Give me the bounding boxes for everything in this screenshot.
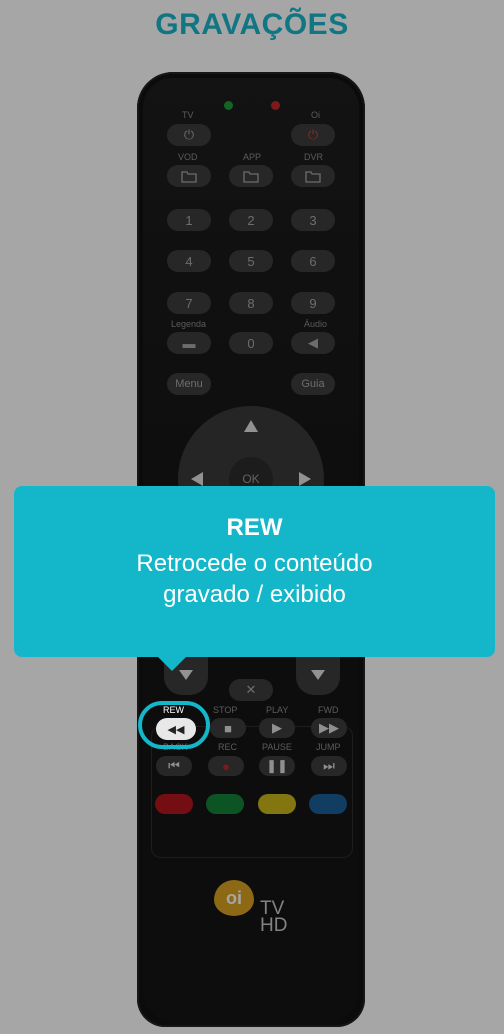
subtitle-icon: ▬ [182,335,196,351]
label-vod: VOD [178,152,198,162]
tv-power-button[interactable]: ⏻ [167,124,211,146]
led-red [271,101,280,110]
key-1[interactable]: 1 [167,209,211,231]
skip-forward-icon: ⏭ [323,758,335,773]
red-button[interactable] [155,794,193,814]
label-tv: TV [182,110,194,120]
label-rec: REC [218,742,238,752]
right-arrow-icon[interactable] [299,472,311,486]
key-8[interactable]: 8 [229,292,273,314]
audio-button[interactable]: ◀ [291,332,335,354]
key-5[interactable]: 5 [229,250,273,272]
rew-highlight-ring [138,701,210,749]
label-pause: PAUSE [262,742,292,752]
green-button[interactable] [206,794,244,814]
label-fwd: FWD [318,705,339,715]
left-arrow-icon[interactable] [191,472,203,486]
key-6[interactable]: 6 [291,250,335,272]
label-dvr: DVR [304,152,324,162]
fast-forward-icon: ▶▶ [319,720,339,735]
folder-icon [243,171,259,183]
down-arrow-icon [311,670,325,680]
power-icon: ⏻ [183,127,195,142]
skip-back-icon: ⏮ [168,758,180,773]
jump-button[interactable]: ⏭ [311,756,347,776]
app-button[interactable] [229,165,273,187]
speaker-icon: ◀ [308,335,318,350]
pause-button[interactable]: ❚❚ [259,756,295,776]
folder-icon [305,171,321,183]
record-icon: ● [222,758,230,774]
key-2[interactable]: 2 [229,209,273,231]
stop-icon: ■ [224,720,232,736]
label-jump: JUMP [316,742,341,752]
rec-button[interactable]: ● [208,756,244,776]
key-9[interactable]: 9 [291,292,335,314]
key-7[interactable]: 7 [167,292,211,314]
blue-button[interactable] [309,794,347,814]
pause-icon: ❚❚ [266,758,288,773]
label-stop: STOP [213,705,238,715]
guia-button[interactable]: Guia [291,373,335,395]
stop-button[interactable]: ■ [210,718,246,738]
oi-logo: oi [214,880,254,916]
vod-button[interactable] [167,165,211,187]
play-button[interactable]: ▶ [259,718,295,738]
tv-hd-logo: TV HD [260,899,288,936]
page-title: GRAVAÇÕES [155,8,349,41]
label-audio: Áudio [304,319,328,329]
logo-hd-text: HD [260,915,288,936]
tooltip-description-line1: Retrocede o conteúdo [136,550,373,577]
label-oi: Oi [311,110,320,120]
menu-button[interactable]: Menu [167,373,211,395]
subtitle-button[interactable]: ▬ [167,332,211,354]
key-0[interactable]: 0 [229,332,273,354]
play-icon: ▶ [272,720,282,735]
up-arrow-icon[interactable] [244,420,258,432]
oi-power-button[interactable]: ⏻ [291,124,335,146]
dvr-button[interactable] [291,165,335,187]
yellow-button[interactable] [258,794,296,814]
down-arrow-icon [179,670,193,680]
mute-icon: ✕ [245,682,257,697]
label-app: APP [243,152,262,162]
folder-icon [181,171,197,183]
tooltip-arrow [156,655,188,671]
power-icon: ⏻ [307,127,319,142]
channel-down-button[interactable] [296,655,340,695]
tooltip-title: REW [226,514,283,541]
label-legenda: Legenda [171,319,207,329]
label-play: PLAY [266,705,289,715]
key-3[interactable]: 3 [291,209,335,231]
tooltip-description: Retrocede o conteúdo gravado / exibido [14,548,495,610]
tooltip: REW Retrocede o conteúdo gravado / exibi… [14,486,495,657]
back-button[interactable]: ⏮ [156,756,192,776]
tooltip-description-line2: gravado / exibido [163,581,346,608]
mute-button[interactable]: ✕ [229,679,273,701]
fwd-button[interactable]: ▶▶ [311,718,347,738]
key-4[interactable]: 4 [167,250,211,272]
led-green [224,101,233,110]
